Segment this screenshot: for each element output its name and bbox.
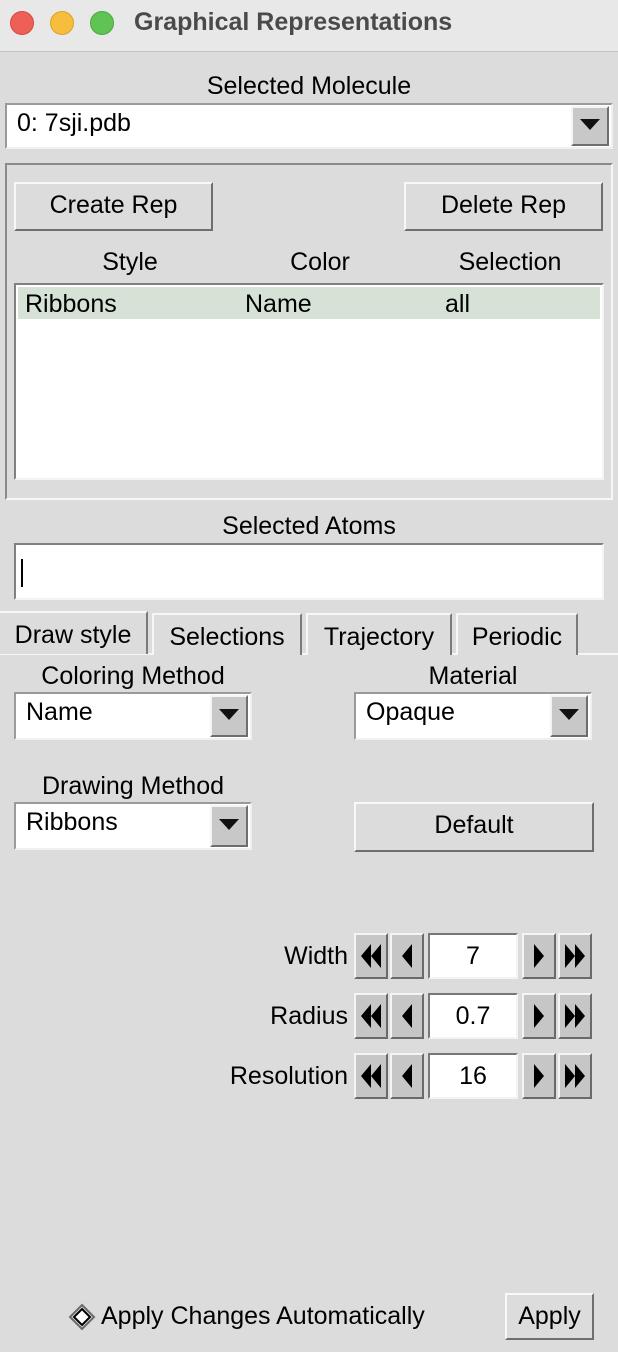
molecule-dropdown-value: 0: 7sji.pdb — [17, 109, 131, 137]
chevron-down-icon[interactable] — [571, 106, 609, 146]
window-title: Graphical Representations — [134, 8, 453, 36]
tab-trajectory[interactable]: Trajectory — [306, 613, 452, 655]
close-icon[interactable] — [10, 11, 34, 35]
material-value: Opaque — [366, 698, 455, 726]
diamond-check-icon[interactable] — [68, 1303, 96, 1331]
material-label: Material — [428, 662, 518, 690]
table-row[interactable]: Ribbons Name all — [18, 287, 600, 319]
left-arrow-icon[interactable] — [390, 933, 424, 979]
radius-label: Radius — [270, 1002, 348, 1030]
double-left-arrow-icon[interactable] — [354, 933, 388, 979]
drawing-method-dropdown[interactable]: Ribbons — [14, 802, 252, 850]
coloring-method-dropdown[interactable]: Name — [14, 692, 252, 740]
drawing-method-label: Drawing Method — [41, 772, 225, 800]
apply-button[interactable]: Apply — [505, 1293, 594, 1340]
selected-atoms-label: Selected Atoms — [222, 512, 396, 540]
right-arrow-icon[interactable] — [522, 1053, 556, 1099]
chevron-down-icon[interactable] — [550, 695, 588, 737]
double-left-arrow-icon[interactable] — [354, 1053, 388, 1099]
delete-rep-button[interactable]: Delete Rep — [404, 182, 603, 231]
double-right-arrow-icon[interactable] — [558, 993, 592, 1039]
create-rep-button[interactable]: Create Rep — [14, 182, 213, 231]
column-header-color: Color — [290, 248, 350, 276]
left-arrow-icon[interactable] — [390, 1053, 424, 1099]
right-arrow-icon[interactable] — [522, 933, 556, 979]
drawing-method-value: Ribbons — [26, 808, 118, 836]
left-arrow-icon[interactable] — [390, 993, 424, 1039]
tab-periodic[interactable]: Periodic — [456, 613, 578, 655]
double-left-arrow-icon[interactable] — [354, 993, 388, 1039]
radius-value-field[interactable]: 0.7 — [428, 993, 518, 1039]
double-right-arrow-icon[interactable] — [558, 1053, 592, 1099]
title-bar: Graphical Representations — [0, 0, 618, 52]
auto-apply-label[interactable]: Apply Changes Automatically — [101, 1302, 425, 1331]
column-header-selection: Selection — [458, 248, 562, 276]
chevron-down-icon[interactable] — [210, 805, 248, 847]
coloring-method-value: Name — [26, 698, 93, 726]
tab-selections[interactable]: Selections — [152, 613, 302, 655]
rep-style-cell: Ribbons — [25, 290, 117, 318]
column-header-style: Style — [102, 248, 158, 276]
molecule-dropdown[interactable]: 0: 7sji.pdb — [5, 103, 613, 149]
coloring-method-label: Coloring Method — [41, 662, 225, 690]
width-label: Width — [284, 942, 348, 970]
tab-draw-style[interactable]: Draw style — [0, 611, 148, 654]
reps-list[interactable]: Ribbons Name all — [14, 283, 604, 480]
selected-atoms-input[interactable] — [14, 543, 604, 600]
width-value-field[interactable]: 7 — [428, 933, 518, 979]
double-right-arrow-icon[interactable] — [558, 933, 592, 979]
resolution-label: Resolution — [229, 1062, 348, 1090]
material-dropdown[interactable]: Opaque — [354, 692, 592, 740]
default-button[interactable]: Default — [354, 802, 594, 852]
rep-color-cell: Name — [245, 290, 312, 318]
right-arrow-icon[interactable] — [522, 993, 556, 1039]
selected-molecule-label: Selected Molecule — [206, 72, 412, 100]
resolution-value-field[interactable]: 16 — [428, 1053, 518, 1099]
minimize-icon[interactable] — [50, 11, 74, 35]
rep-selection-cell: all — [445, 290, 471, 318]
text-cursor — [21, 559, 23, 587]
zoom-icon[interactable] — [90, 11, 114, 35]
chevron-down-icon[interactable] — [210, 695, 248, 737]
